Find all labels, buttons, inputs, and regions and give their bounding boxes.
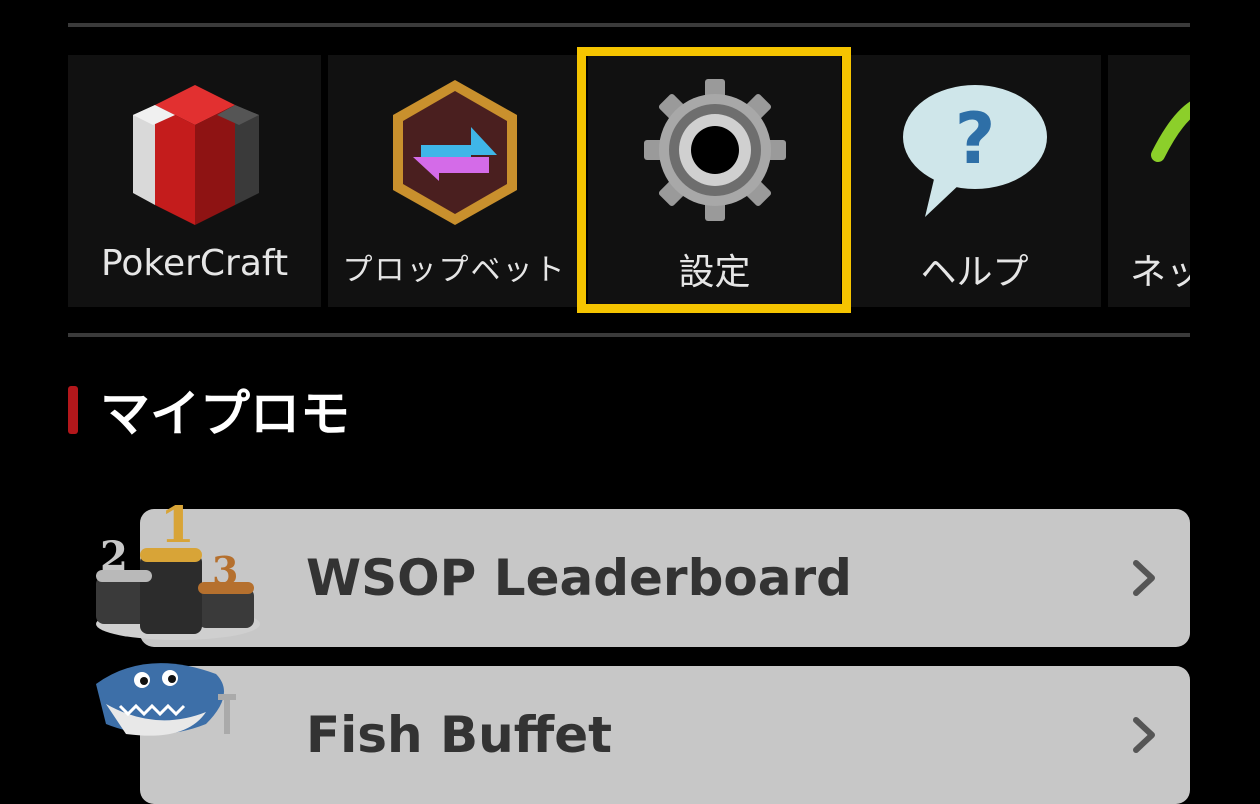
chevron-right-icon — [1133, 560, 1155, 596]
menu-item-help[interactable]: ? ヘルプ — [848, 55, 1101, 307]
menu-item-label: ヘルプ — [920, 252, 1029, 293]
menu-item-pokercraft[interactable]: PokerCraft — [68, 55, 321, 307]
menu-item-propbet[interactable]: プロップベット — [328, 55, 581, 307]
gear-icon — [643, 79, 786, 221]
section-header: マイプロモ — [68, 378, 350, 443]
menu-item-label: PokerCraft — [100, 243, 289, 284]
section-accent-bar — [68, 386, 78, 434]
menu-item-label: プロップベット — [342, 253, 567, 288]
pokercraft-icon — [132, 85, 259, 225]
menu-item-network[interactable]: ネッ — [1108, 55, 1190, 307]
menu-item-label: ネッ — [1130, 252, 1190, 293]
promo-label: Fish Buffet — [306, 706, 613, 764]
svg-text:?: ? — [954, 98, 995, 180]
menu-item-settings[interactable]: 設定 — [588, 55, 841, 307]
shark-icon — [96, 663, 236, 736]
svg-text:1: 1 — [160, 496, 195, 554]
top-divider — [68, 23, 1190, 27]
menu-item-label: 設定 — [678, 252, 751, 293]
propbet-icon — [392, 80, 517, 225]
bottom-divider — [68, 333, 1190, 337]
help-icon: ? — [902, 85, 1047, 217]
promo-label: WSOP Leaderboard — [306, 549, 852, 607]
svg-text:3: 3 — [212, 548, 238, 593]
promo-wsop-leaderboard[interactable]: WSOP Leaderboard — [140, 509, 1190, 647]
section-title: マイプロモ — [100, 385, 350, 443]
chevron-right-icon — [1133, 717, 1155, 753]
podium-icon: 1 2 3 — [96, 496, 260, 640]
promo-fish-buffet[interactable]: Fish Buffet — [140, 666, 1190, 804]
quick-menu-row: PokerCraft プロップベット 設定 ? ヘルプ ネッ — [68, 55, 1190, 307]
network-icon — [1151, 101, 1190, 162]
svg-text:2: 2 — [100, 533, 128, 580]
